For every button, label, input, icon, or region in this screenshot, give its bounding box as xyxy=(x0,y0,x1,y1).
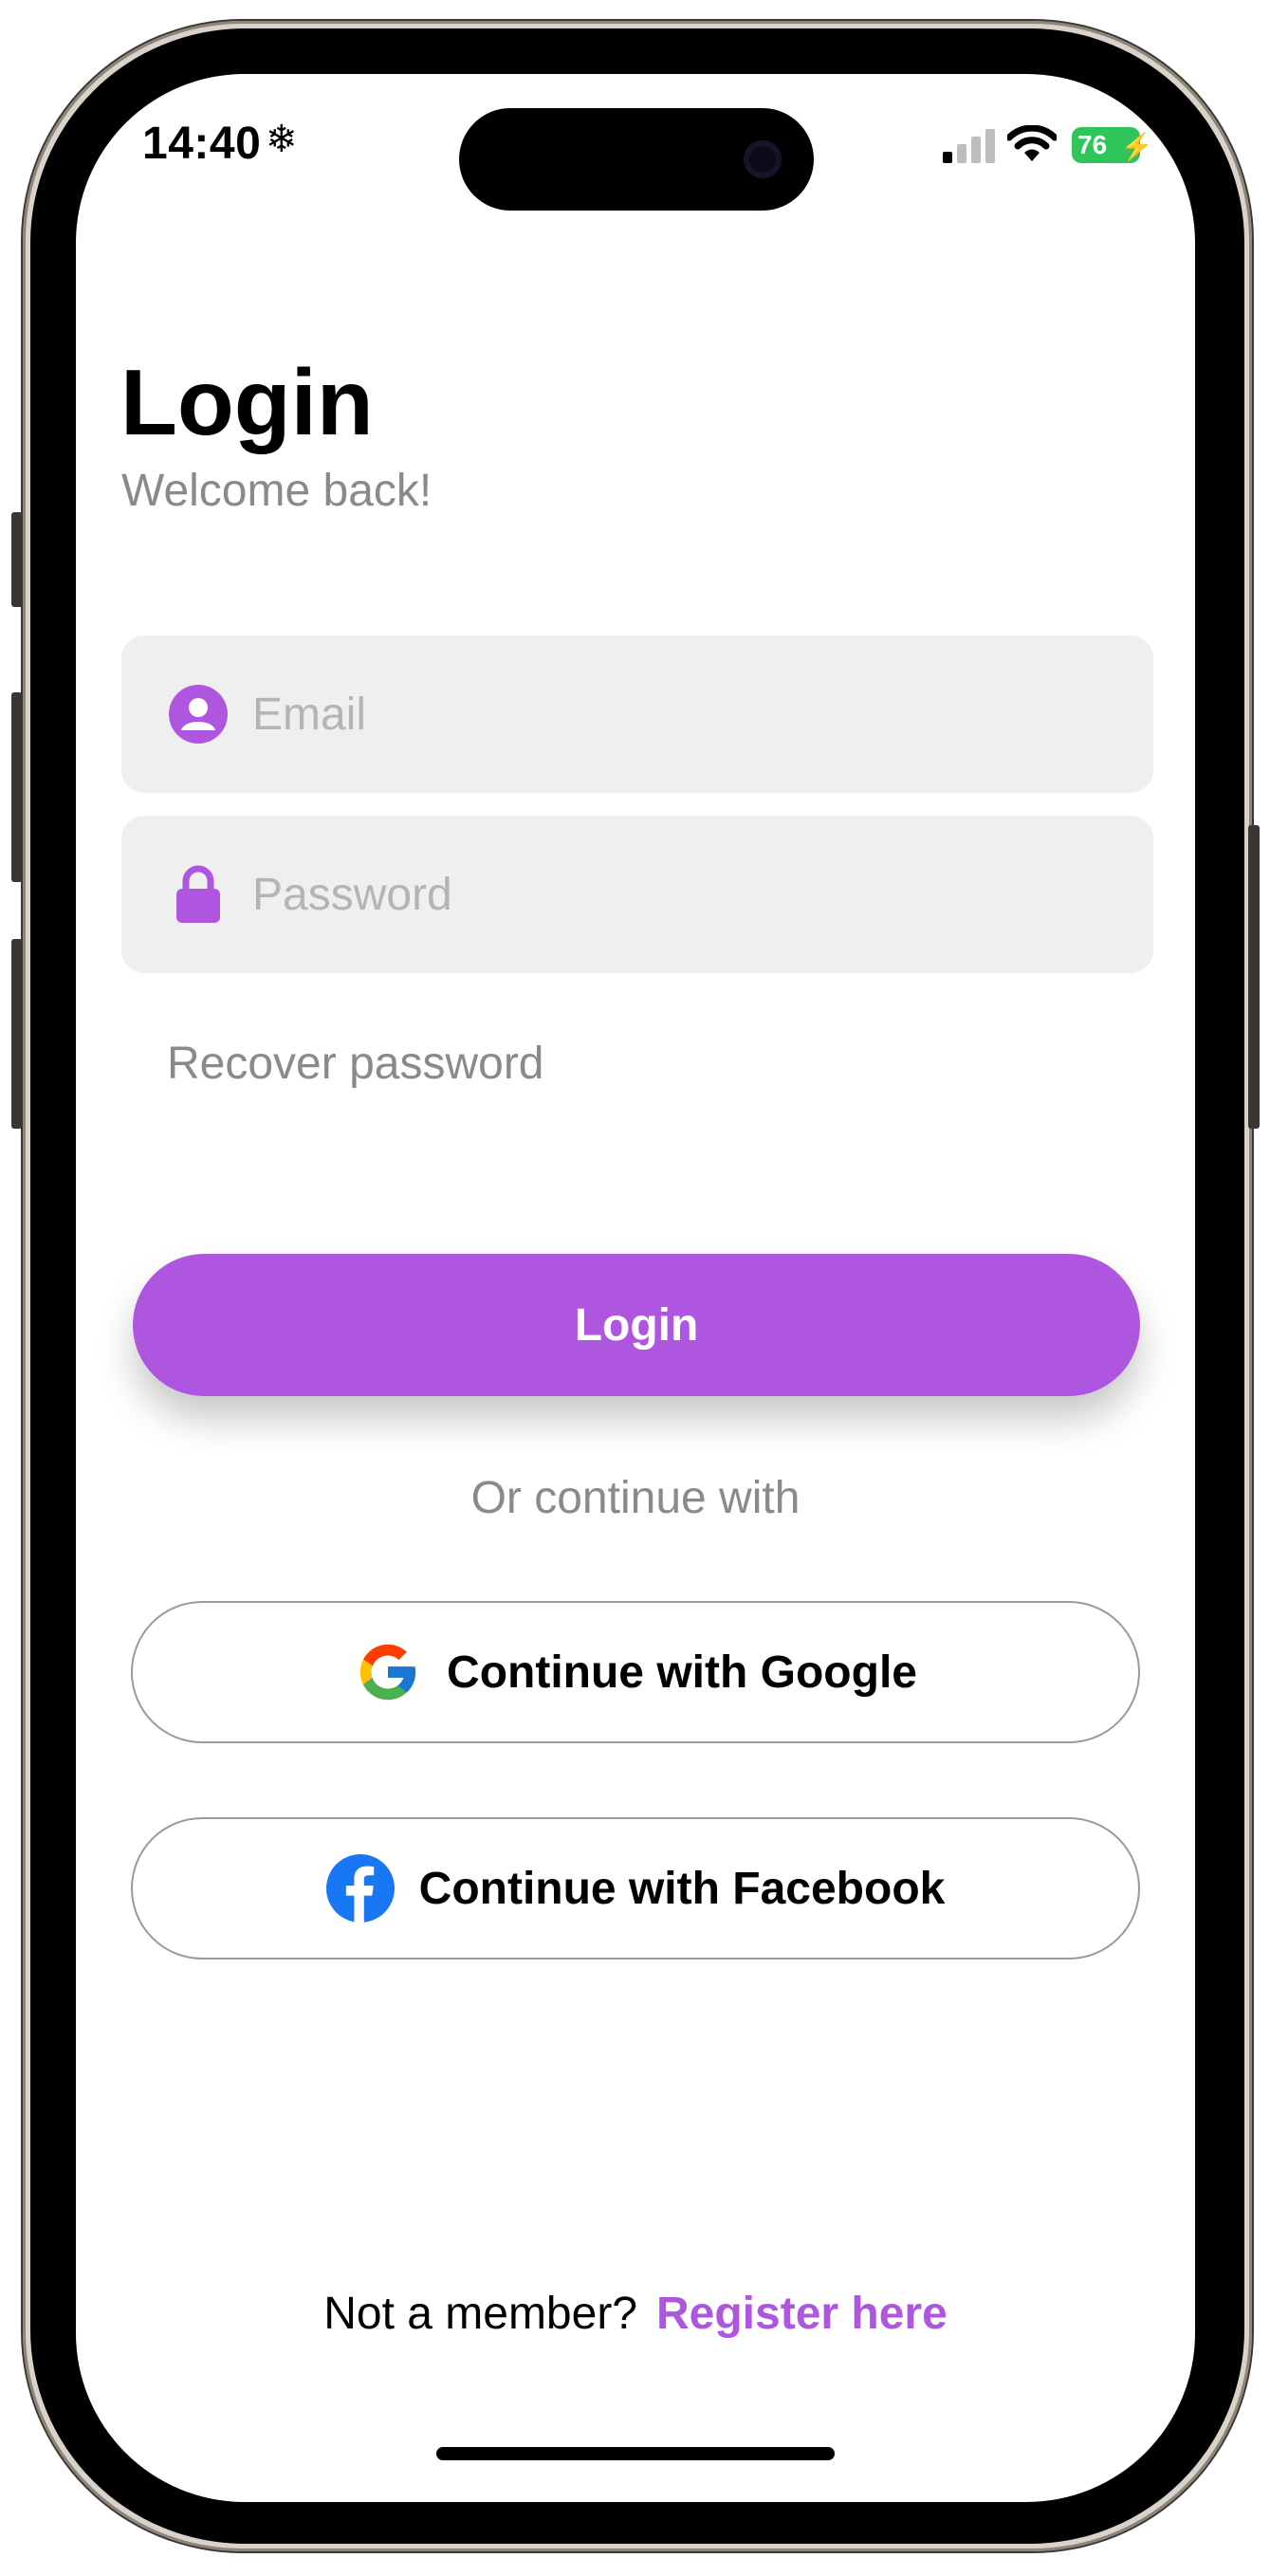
lock-icon xyxy=(169,865,228,924)
facebook-signin-label: Continue with Facebook xyxy=(418,1863,946,1914)
side-button-volume-up xyxy=(11,692,23,882)
front-camera xyxy=(744,140,782,178)
side-button-action xyxy=(11,512,23,607)
charging-bolt-icon: ⚡ xyxy=(1120,132,1153,161)
battery-indicator: 76 ⚡ xyxy=(1072,127,1153,163)
app-screen: 14:40 ❄ 76 ⚡ Login Welcome back! Email R… xyxy=(76,74,1195,2502)
status-time: 14:40 xyxy=(142,119,262,169)
dynamic-island xyxy=(459,108,814,211)
page-title: Login xyxy=(120,350,374,454)
email-field[interactable] xyxy=(121,635,1153,793)
password-input[interactable] xyxy=(252,868,1106,921)
google-icon xyxy=(354,1638,422,1706)
login-button[interactable]: Login xyxy=(133,1254,1140,1396)
home-indicator[interactable] xyxy=(436,2447,835,2460)
snowflake-icon: ❄ xyxy=(266,119,298,160)
side-button-power xyxy=(1248,825,1260,1129)
wifi-icon xyxy=(1007,125,1057,161)
side-button-volume-down xyxy=(11,939,23,1129)
divider-label: Or continue with xyxy=(470,1473,801,1523)
register-prompt-text: Not a member? xyxy=(323,2289,637,2339)
person-icon xyxy=(169,685,228,744)
register-link[interactable]: Register here xyxy=(656,2289,948,2339)
page-subtitle: Welcome back! xyxy=(121,466,433,516)
google-signin-button[interactable]: Continue with Google xyxy=(131,1601,1140,1743)
facebook-signin-button[interactable]: Continue with Facebook xyxy=(131,1817,1140,1960)
recover-password-link[interactable]: Recover password xyxy=(167,1038,544,1090)
password-field[interactable] xyxy=(121,816,1153,973)
battery-level: 76 xyxy=(1077,130,1108,159)
email-input[interactable] xyxy=(252,688,1106,741)
facebook-icon xyxy=(325,1854,395,1923)
cellular-signal-icon xyxy=(943,129,995,163)
register-prompt: Not a member? Register here xyxy=(76,2288,1195,2340)
google-signin-label: Continue with Google xyxy=(447,1647,917,1698)
